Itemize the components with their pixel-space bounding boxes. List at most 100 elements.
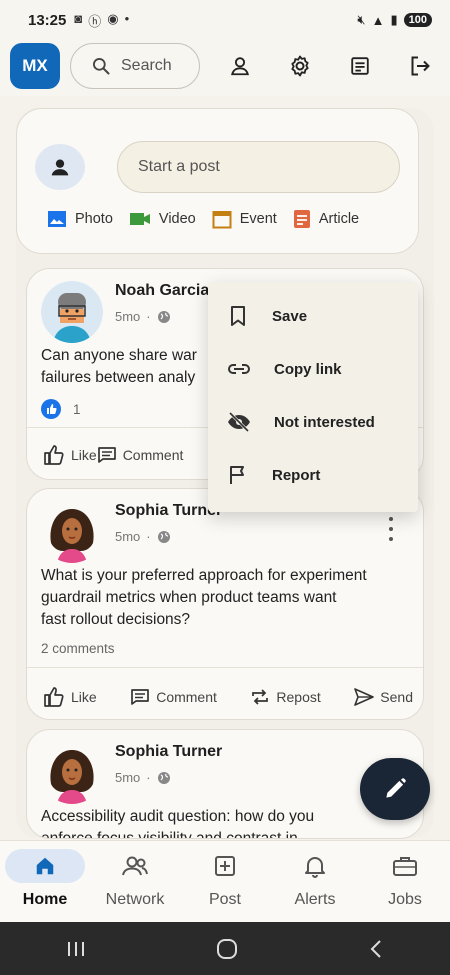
signal-icon: ▮: [390, 12, 398, 27]
article-icon: [293, 210, 310, 228]
author-name[interactable]: Noah Garcia: [115, 282, 209, 300]
nav-label: Network: [105, 891, 165, 908]
status-time: 13:25: [28, 11, 67, 29]
home-button-icon[interactable]: [215, 937, 239, 961]
user-avatar: [35, 144, 85, 190]
menu-item-label: Copy link: [274, 360, 342, 378]
globe-icon: [157, 310, 170, 323]
bottom-navigation: Home Network Post Alerts Jobs: [0, 840, 450, 922]
profile-avatar[interactable]: MX: [10, 43, 60, 89]
search-icon: [93, 57, 110, 75]
post-body-line: enforce focus visibility and contrast in: [41, 830, 298, 839]
separator-dot: ·: [146, 529, 151, 544]
search-input[interactable]: Search: [70, 43, 200, 89]
post-body: What is your preferred approach for expe…: [41, 565, 409, 631]
chat-icon: ◉: [107, 10, 119, 26]
video-label: Video: [158, 211, 196, 227]
like-button[interactable]: Like: [43, 687, 97, 707]
document-icon[interactable]: [346, 52, 374, 80]
nav-home[interactable]: Home: [0, 849, 90, 919]
article-button[interactable]: Article: [293, 209, 359, 229]
repost-icon: [252, 689, 269, 705]
flag-icon: [230, 466, 244, 484]
wifi-icon: ▲: [371, 12, 385, 28]
system-icons: 🔇︎ ▲ ▮ 100: [357, 12, 432, 28]
dot-icon: •: [124, 10, 130, 26]
nav-label: Jobs: [388, 891, 422, 908]
nav-alerts[interactable]: Alerts: [270, 849, 360, 919]
photo-button[interactable]: Photo: [47, 209, 113, 229]
nav-label: Post: [208, 891, 241, 908]
post-composer: Start a post Photo Video Event Article: [16, 108, 419, 254]
link-icon: [228, 364, 250, 374]
nav-network[interactable]: Network: [90, 849, 180, 919]
bell-icon: [305, 857, 325, 878]
comment-icon: [131, 689, 150, 705]
send-icon: [354, 688, 375, 706]
like-button[interactable]: Like: [43, 445, 97, 465]
globe-icon: [157, 530, 170, 543]
post-meta: 5mo ·: [115, 770, 171, 785]
post-meta: 5mo ·: [115, 529, 171, 544]
event-button[interactable]: Event: [212, 209, 277, 229]
author-avatar[interactable]: [41, 742, 103, 804]
notification-icon: ◙: [74, 10, 83, 26]
author-name[interactable]: Sophia Turner: [115, 743, 222, 761]
menu-item-label: Not interested: [274, 413, 375, 431]
menu-item-save[interactable]: Save: [226, 302, 307, 330]
author-name[interactable]: Sophia Turner: [115, 502, 222, 520]
author-avatar[interactable]: [41, 501, 103, 563]
menu-item-label: Report: [272, 466, 321, 484]
separator-dot: ·: [146, 770, 151, 785]
system-navigation-bar: [0, 922, 450, 975]
video-button[interactable]: Video: [129, 209, 196, 229]
post-options-menu: Save Copy link Not interested Report: [208, 282, 418, 512]
photo-icon: [48, 211, 66, 227]
profile-icon[interactable]: [226, 52, 254, 80]
nav-label: Alerts: [294, 891, 336, 908]
comment-button[interactable]: Comment: [130, 687, 217, 707]
menu-item-label: Save: [272, 307, 308, 325]
post-meta: 5mo ·: [115, 309, 171, 324]
comment-icon: [97, 447, 116, 463]
post-age: 5mo: [115, 309, 141, 324]
send-label: Send: [380, 689, 413, 705]
battery-indicator: 100: [403, 13, 432, 27]
menu-item-report[interactable]: Report: [226, 461, 320, 489]
eye-off-icon: [228, 411, 250, 433]
thumbs-up-icon: [44, 445, 64, 465]
composer-actions: Photo Video Event Article: [47, 209, 407, 229]
menu-item-copy-link[interactable]: Copy link: [226, 355, 342, 383]
menu-item-not-interested[interactable]: Not interested: [226, 408, 375, 436]
search-placeholder: Search: [121, 57, 172, 74]
gear-icon[interactable]: [286, 52, 314, 80]
back-icon[interactable]: [366, 938, 386, 960]
logout-icon[interactable]: [406, 52, 434, 80]
compose-fab-button[interactable]: [360, 758, 430, 820]
globe-icon: [157, 771, 170, 784]
like-label: Like: [71, 689, 97, 705]
post-age: 5mo: [115, 770, 141, 785]
like-reaction-icon: [41, 399, 61, 419]
more-options-icon[interactable]: [381, 517, 401, 541]
comment-button[interactable]: Comment: [97, 445, 183, 465]
video-icon: [129, 213, 150, 225]
event-label: Event: [239, 211, 277, 227]
author-avatar[interactable]: [41, 281, 103, 343]
nav-jobs[interactable]: Jobs: [360, 849, 450, 919]
recent-apps-icon[interactable]: [64, 939, 88, 959]
send-button[interactable]: Send: [354, 687, 413, 707]
article-label: Article: [318, 211, 360, 227]
nav-post[interactable]: Post: [180, 849, 270, 919]
calendar-icon: [212, 211, 232, 229]
divider: [27, 667, 423, 668]
post-actions: Like Comment Repost Send: [43, 687, 413, 707]
pencil-icon: [386, 778, 406, 798]
photo-label: Photo: [75, 211, 113, 227]
post-body-line: guardrail metrics when product teams wan…: [41, 589, 337, 606]
comments-count[interactable]: 2 comments: [41, 641, 115, 656]
reactions-summary[interactable]: 1: [41, 399, 81, 419]
post-body: Accessibility audit question: how do you…: [41, 806, 409, 839]
start-post-input[interactable]: Start a post: [117, 141, 400, 193]
repost-button[interactable]: Repost: [250, 687, 321, 707]
